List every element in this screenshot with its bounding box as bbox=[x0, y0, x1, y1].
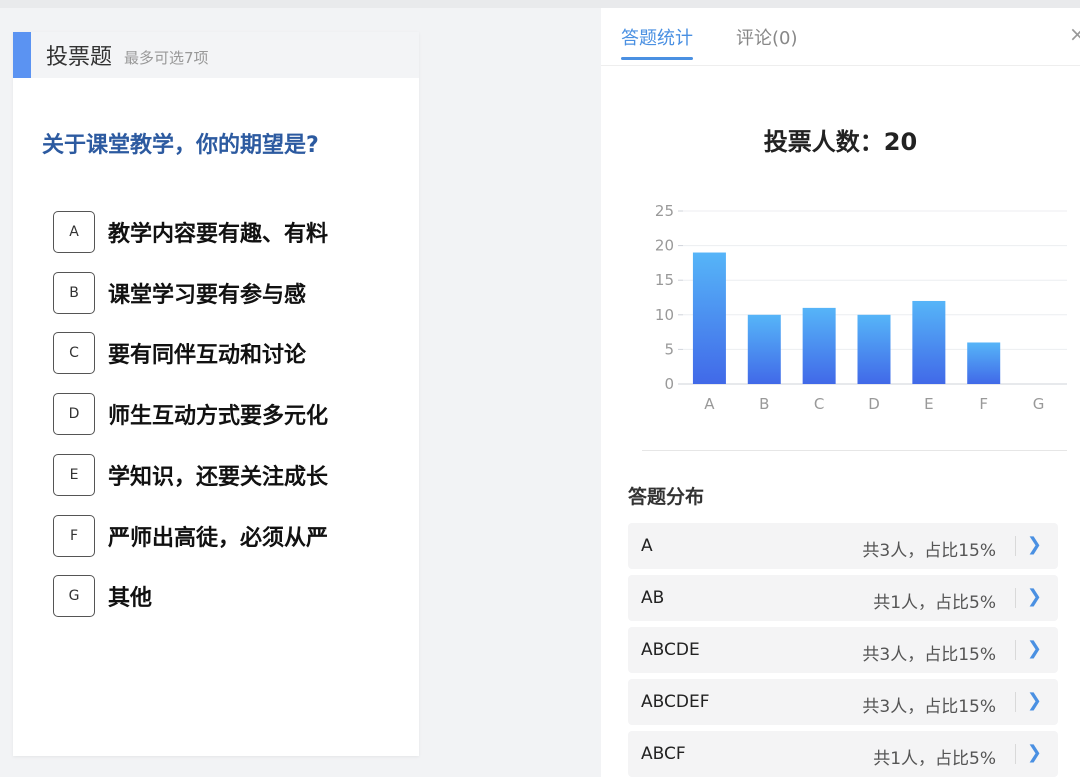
distribution-title: 答题分布 bbox=[628, 486, 705, 508]
y-tick-label: 0 bbox=[664, 375, 674, 393]
option-item[interactable]: E 学知识，还要关注成长 bbox=[53, 453, 328, 497]
voter-count: 投票人数：20 bbox=[763, 128, 918, 156]
option-item[interactable]: G 其他 bbox=[53, 574, 152, 618]
bar-A bbox=[692, 252, 726, 384]
option-letter: E bbox=[53, 453, 95, 496]
option-text: 其他 bbox=[108, 586, 153, 612]
option-text: 师生互动方式要多元化 bbox=[108, 404, 329, 430]
answer-combo: ABCF bbox=[641, 744, 686, 764]
answer-stat: 共1人，占比5% bbox=[873, 593, 996, 613]
option-item[interactable]: D 师生互动方式要多元化 bbox=[53, 392, 328, 436]
chevron-right-icon[interactable]: ❯ bbox=[1027, 638, 1042, 659]
option-text: 学知识，还要关注成长 bbox=[108, 464, 329, 490]
option-text: 教学内容要有趣、有料 bbox=[108, 222, 329, 247]
row-separator bbox=[1015, 640, 1016, 660]
row-separator bbox=[1015, 744, 1016, 764]
top-strip bbox=[0, 0, 1080, 8]
bar-B bbox=[747, 314, 781, 384]
x-tick-label: D bbox=[868, 395, 880, 413]
answer-stat: 共3人，占比15% bbox=[862, 645, 996, 665]
tab-comments[interactable]: 评论(0) bbox=[736, 24, 798, 50]
answer-combo: ABCDEF bbox=[641, 692, 710, 712]
answer-combo: A bbox=[641, 536, 653, 556]
question-type: 投票题 bbox=[46, 45, 113, 70]
question-header: 投票题 最多可选7项 bbox=[13, 32, 419, 78]
chevron-right-icon[interactable]: ❯ bbox=[1027, 690, 1042, 711]
y-tick-label: 20 bbox=[655, 237, 674, 255]
x-tick-label: B bbox=[759, 395, 769, 413]
x-tick-label: A bbox=[704, 395, 715, 413]
bar-E bbox=[912, 300, 946, 384]
option-letter: D bbox=[53, 393, 95, 436]
distribution-row[interactable]: AB 共1人，占比5% ❯ bbox=[628, 575, 1058, 621]
distribution-row[interactable]: ABCDEF 共3人，占比15% ❯ bbox=[628, 679, 1058, 725]
chevron-right-icon[interactable]: ❯ bbox=[1027, 586, 1042, 607]
x-tick-label: F bbox=[979, 395, 988, 413]
chevron-right-icon[interactable]: ❯ bbox=[1027, 534, 1042, 555]
answer-combo: AB bbox=[641, 588, 665, 608]
question-title: 关于课堂教学，你的期望是? bbox=[42, 133, 319, 158]
option-item[interactable]: A 教学内容要有趣、有料 bbox=[53, 210, 328, 254]
close-icon[interactable]: × bbox=[1069, 22, 1080, 46]
option-item[interactable]: F 严师出高徒，必须从严 bbox=[53, 514, 328, 558]
question-hint: 最多可选7项 bbox=[124, 48, 209, 67]
distribution-row[interactable]: ABCF 共1人，占比5% ❯ bbox=[628, 731, 1058, 777]
option-letter: F bbox=[53, 514, 95, 557]
question-card: 投票题 最多可选7项 关于课堂教学，你的期望是? A 教学内容要有趣、有料 B 课堂学… bbox=[13, 32, 419, 756]
chevron-right-icon[interactable]: ❯ bbox=[1027, 742, 1042, 763]
stats-panel: 答题统计 评论(0) × 投票人数：20 0 5 10 15 20 25 A B C D E F G 答… bbox=[601, 8, 1080, 777]
answer-stat: 共3人，占比15% bbox=[862, 697, 996, 717]
option-letter: B bbox=[53, 271, 95, 314]
bar-F bbox=[967, 342, 1001, 384]
y-tick-label: 5 bbox=[664, 340, 674, 358]
header-accent-bar bbox=[13, 32, 31, 78]
divider bbox=[642, 450, 1067, 451]
y-tick-label: 10 bbox=[655, 306, 674, 324]
row-separator bbox=[1015, 588, 1016, 608]
row-separator bbox=[1015, 536, 1016, 556]
distribution-row[interactable]: A 共3人，占比15% ❯ bbox=[628, 523, 1058, 569]
option-letter: C bbox=[53, 332, 95, 375]
tab-answer-stats[interactable]: 答题统计 bbox=[621, 24, 693, 60]
option-item[interactable]: B 课堂学习要有参与感 bbox=[53, 271, 306, 315]
answer-stat: 共1人，占比5% bbox=[873, 749, 996, 769]
option-letter: G bbox=[53, 575, 95, 618]
tab-bar: 答题统计 评论(0) × bbox=[601, 8, 1080, 66]
option-text: 严师出高徒，必须从严 bbox=[108, 525, 329, 551]
vote-bar-chart: 0 5 10 15 20 25 A B C D E F G bbox=[655, 202, 1067, 413]
y-tick-label: 25 bbox=[655, 202, 674, 220]
x-tick-label: E bbox=[924, 395, 933, 413]
answer-combo: ABCDE bbox=[641, 640, 700, 660]
bar-D bbox=[857, 314, 891, 384]
option-text: 课堂学习要有参与感 bbox=[108, 282, 307, 308]
answer-stat: 共3人，占比15% bbox=[862, 541, 996, 561]
distribution-row[interactable]: ABCDE 共3人，占比15% ❯ bbox=[628, 627, 1058, 673]
x-tick-label: G bbox=[1033, 395, 1045, 413]
x-tick-label: C bbox=[814, 395, 824, 413]
option-letter: A bbox=[53, 211, 95, 253]
y-tick-label: 15 bbox=[655, 271, 674, 289]
bar-C bbox=[802, 307, 836, 384]
option-item[interactable]: C 要有同伴互动和讨论 bbox=[53, 331, 306, 375]
option-text: 要有同伴互动和讨论 bbox=[108, 343, 307, 369]
row-separator bbox=[1015, 692, 1016, 712]
